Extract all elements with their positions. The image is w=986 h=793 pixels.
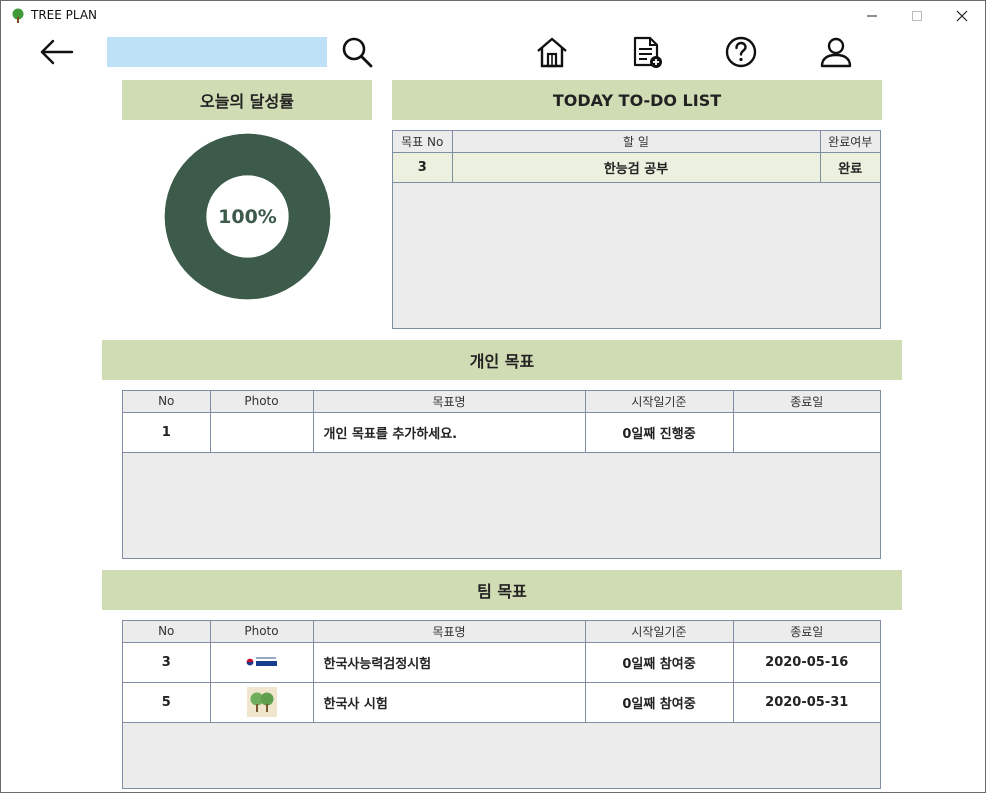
col-goal-no[interactable]: 목표 No	[393, 131, 453, 153]
app-window: TREE PLAN 오늘의 달성률 100% TODAY TO-DO LIST …	[0, 0, 986, 793]
table-row[interactable]: 1 개인 목표를 추가하세요. 0일째 진행중	[123, 412, 880, 453]
tree-image	[246, 687, 277, 717]
achievement-donut-chart: 100%	[164, 133, 331, 300]
todo-header: TODAY TO-DO LIST	[392, 80, 882, 120]
cell-goal-name: 한국사 시험	[313, 682, 586, 723]
cell-no: 1	[123, 412, 211, 453]
cell-end: 2020-05-31	[733, 682, 880, 723]
help-button[interactable]	[724, 35, 758, 69]
team-goals-header: 팀 목표	[102, 570, 902, 610]
profile-button[interactable]	[819, 35, 853, 69]
col-start[interactable]: 시작일기준	[585, 621, 734, 643]
table-row[interactable]: 5 한국사 시험 0일째 참여중 2020-05-31	[123, 682, 880, 723]
search-input[interactable]	[107, 37, 327, 67]
col-photo[interactable]: Photo	[210, 621, 314, 643]
col-end[interactable]: 종료일	[733, 621, 880, 643]
maximize-button[interactable]	[894, 1, 940, 31]
close-icon	[956, 10, 968, 22]
tree-icon	[12, 8, 24, 23]
document-add-icon	[633, 36, 662, 68]
personal-goals-table: No Photo 목표명 시작일기준 종료일 1 개인 목표를 추가하세요. 0…	[122, 390, 881, 559]
maximize-icon	[912, 11, 922, 21]
cell-start: 0일째 참여중	[585, 642, 734, 683]
col-no[interactable]: No	[123, 621, 211, 643]
col-task[interactable]: 할 일	[452, 131, 821, 153]
search-button[interactable]	[340, 35, 374, 69]
add-goal-button[interactable]	[630, 35, 664, 69]
korean-history-exam-logo	[246, 657, 277, 666]
cell-no: 3	[393, 152, 453, 183]
table-row[interactable]: 3 한능검 공부 완료	[393, 152, 880, 183]
col-start[interactable]: 시작일기준	[585, 391, 734, 413]
home-icon	[537, 37, 567, 68]
col-goal-name[interactable]: 목표명	[313, 391, 586, 413]
window-title: TREE PLAN	[31, 8, 98, 22]
col-end[interactable]: 종료일	[733, 391, 880, 413]
title-bar: TREE PLAN	[1, 1, 985, 31]
achievement-header: 오늘의 달성률	[122, 80, 372, 120]
arrow-left-icon	[40, 39, 74, 65]
col-done[interactable]: 완료여부	[820, 131, 880, 153]
achievement-percent: 100%	[218, 206, 277, 228]
minimize-icon	[867, 15, 877, 17]
table-row[interactable]: 3 한국사능력검정시험 0일째 참여중 2020-05-16	[123, 642, 880, 683]
close-button[interactable]	[939, 1, 985, 31]
personal-goals-header: 개인 목표	[102, 340, 902, 380]
todo-table: 목표 No 할 일 완료여부 3 한능검 공부 완료	[392, 130, 881, 329]
cell-goal-name: 한국사능력검정시험	[313, 642, 586, 683]
cell-end: 2020-05-16	[733, 642, 880, 683]
cell-photo	[210, 642, 314, 683]
cell-no: 3	[123, 642, 211, 683]
cell-goal-name: 개인 목표를 추가하세요.	[313, 412, 586, 453]
cell-photo	[210, 682, 314, 723]
col-no[interactable]: No	[123, 391, 211, 413]
back-button[interactable]	[39, 37, 75, 67]
help-icon	[725, 36, 757, 68]
search-icon	[342, 37, 373, 68]
col-goal-name[interactable]: 목표명	[313, 621, 586, 643]
user-icon	[820, 37, 852, 68]
cell-start: 0일째 참여중	[585, 682, 734, 723]
cell-task: 한능검 공부	[452, 152, 821, 183]
team-goals-table: No Photo 목표명 시작일기준 종료일 3 한국사능력검정시험 0일째 참…	[122, 620, 881, 789]
home-button[interactable]	[535, 35, 569, 69]
cell-no: 5	[123, 682, 211, 723]
minimize-button[interactable]	[849, 1, 895, 31]
cell-start: 0일째 진행중	[585, 412, 734, 453]
col-photo[interactable]: Photo	[210, 391, 314, 413]
cell-photo	[210, 412, 314, 453]
cell-end	[733, 412, 880, 453]
cell-done: 완료	[820, 152, 880, 183]
